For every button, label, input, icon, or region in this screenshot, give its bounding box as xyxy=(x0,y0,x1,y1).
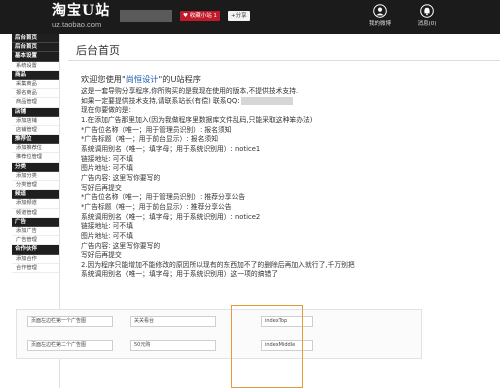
ad-name-field[interactable]: 页面左边栏第一个广告图 xyxy=(27,316,113,327)
sidebar-item-partner-management[interactable]: 合作管理 xyxy=(12,264,59,273)
instruction-line: 现在你要做的是: xyxy=(81,106,131,115)
sidebar-section-recommend[interactable]: 推荐位 xyxy=(12,135,59,145)
sidebar-item-shop-management[interactable]: 店铺管理 xyxy=(12,126,59,136)
ad-name-field[interactable]: 页面左边栏第二个广告图 xyxy=(27,340,113,351)
sidebar-item-add-ad[interactable]: 添加广告 xyxy=(12,227,59,237)
top-header: 淘宝U站 uz.taobao.com ♥ 收藏小站 1 +分享 我的微博 消息(… xyxy=(0,0,500,34)
instruction-line: 链接地址: 可不填 xyxy=(81,154,134,163)
page-title: 后台首页 xyxy=(76,44,120,57)
sidebar-section-channels[interactable]: 频道 xyxy=(12,190,59,200)
sidebar-item-ad-management[interactable]: 广告管理 xyxy=(12,236,59,246)
instruction-line: *广告位名称（唯一；用于管理员识别）: 推荐分享公告 xyxy=(81,193,246,202)
instruction-line: 图片地址: 可不填 xyxy=(81,231,134,240)
sidebar-item-add-recommend[interactable]: 添加推荐位 xyxy=(12,144,59,154)
sidebar-section-categories[interactable]: 分类 xyxy=(12,162,59,172)
logo-title: 淘宝U站 xyxy=(52,3,111,19)
my-weibo-button[interactable]: 我的微博 xyxy=(363,3,397,31)
instruction-line: 广告内容: 这里写你要写的 xyxy=(81,241,161,250)
sidebar-item-add-channel[interactable]: 添加频道 xyxy=(12,199,59,209)
instruction-line: 这是一套导购分享程序,你所购买的是我现在使用的版本,不提供技术支持. xyxy=(81,87,299,95)
instructions-text: 欢迎您使用"尚恒设计"的U站程序 这是一套导购分享程序,你所购买的是我现在使用的… xyxy=(81,74,486,280)
contact-line: 如果一定要提供技术支持,请联系站长(有偿) 联系QQ: xyxy=(81,96,486,107)
sidebar-section-products[interactable]: 商品 xyxy=(12,70,59,80)
sidebar-item-channel-management[interactable]: 频道管理 xyxy=(12,209,59,218)
sidebar-item-add-partner[interactable]: 添加合作 xyxy=(12,255,59,264)
sidebar-section-shops[interactable]: 店铺 xyxy=(12,107,59,117)
welcome-prefix: 欢迎您使用" xyxy=(81,74,126,84)
qq-number-placeholder xyxy=(240,96,293,105)
sidebar-item-system-settings[interactable]: 系统设置 xyxy=(12,62,59,71)
instruction-line: *广告标题（唯一；用于前台显示）: 推荐分享公告 xyxy=(81,202,232,211)
sidebar-item-add-shop[interactable]: 添加店铺 xyxy=(12,117,59,126)
my-weibo-label: 我的微博 xyxy=(368,21,391,27)
sidebar-section-home[interactable]: 后台首页 xyxy=(12,34,59,44)
shop-name-placeholder xyxy=(120,10,172,22)
instruction-line: 写好后再提交 xyxy=(81,183,122,192)
welcome-heading: 欢迎您使用"尚恒设计"的U站程序 xyxy=(81,74,486,85)
heart-icon: ♥ xyxy=(183,13,188,19)
welcome-suffix: "的U站程序 xyxy=(158,74,201,84)
instruction-line: 系统调用别名（唯一；填字母；用于系统识别用）: notice1 xyxy=(81,144,261,153)
instruction-line: 广告内容: 这里写你要写的 xyxy=(81,173,161,182)
sidebar-section-ads[interactable]: 广告 xyxy=(12,217,59,227)
sidebar-section-partners[interactable]: 合作伙伴 xyxy=(12,245,59,255)
sidebar-item-collect-products[interactable]: 采集商品 xyxy=(12,80,59,90)
sidebar-item-product-management[interactable]: 商品管理 xyxy=(12,98,59,108)
instruction-line: 写好后再提交 xyxy=(81,251,122,260)
ad-title-field[interactable]: 关关看台 xyxy=(130,316,216,327)
ad-settings-table: 页面左边栏第一个广告图 关关看台 indexTop 页面左边栏第二个广告图 50… xyxy=(16,309,422,359)
bell-icon xyxy=(420,4,434,18)
instruction-line: 系统调用别名（唯一；填字母；用于系统识别用）: notice2 xyxy=(81,212,261,221)
share-button[interactable]: +分享 xyxy=(228,11,250,21)
contact-text: 如果一定要提供技术支持,请联系站长(有偿) 联系QQ: xyxy=(81,96,240,105)
instruction-line: *广告位名称（唯一；用于管理员识别）: 报名须知 xyxy=(81,125,232,134)
favorite-button[interactable]: ♥ 收藏小站 1 xyxy=(180,11,220,21)
sidebar-item-add-category[interactable]: 添加分类 xyxy=(12,172,59,181)
favorite-label: 收藏小站 1 xyxy=(189,13,217,19)
instruction-line: *广告标题（唯一；用于前台显示）: 报名须知 xyxy=(81,135,218,144)
ad-title-field[interactable]: 50元购 xyxy=(130,340,216,351)
instruction-line: 系统调用别名（唯一；填字母；用于系统识别用）这一项的搞错了 xyxy=(81,270,279,279)
instruction-line: 图片地址: 可不填 xyxy=(81,164,134,173)
instruction-line: 链接地址: 可不填 xyxy=(81,222,134,231)
logo-subtitle: uz.taobao.com xyxy=(52,20,102,29)
table-row: 页面左边栏第二个广告图 50元购 indexMiddle xyxy=(17,340,421,362)
sidebar-item-recommend-management[interactable]: 推荐位管理 xyxy=(12,153,59,163)
sidebar-section-home-2[interactable]: 后台首页 xyxy=(12,43,59,53)
sidebar-item-category-management[interactable]: 分类管理 xyxy=(12,181,59,191)
sidebar-item-signup-products[interactable]: 报名商品 xyxy=(12,89,59,99)
site-logo[interactable]: 淘宝U站 uz.taobao.com xyxy=(52,4,112,32)
title-divider xyxy=(68,60,500,61)
alias-highlight-box xyxy=(231,305,303,388)
brand-link[interactable]: 尚恒设计 xyxy=(126,74,159,84)
user-icon xyxy=(373,4,387,18)
sidebar-section-basic-settings[interactable]: 基本设置 xyxy=(12,52,59,62)
table-row: 页面左边栏第一个广告图 关关看台 indexTop xyxy=(17,316,421,338)
messages-label: 消息(0) xyxy=(417,21,437,27)
messages-button[interactable]: 消息(0) xyxy=(410,3,444,31)
instruction-line: 1.在添加广告那里加入(因为我做程序里数据库文件乱码,只能采取这种笨办法) xyxy=(81,115,313,124)
